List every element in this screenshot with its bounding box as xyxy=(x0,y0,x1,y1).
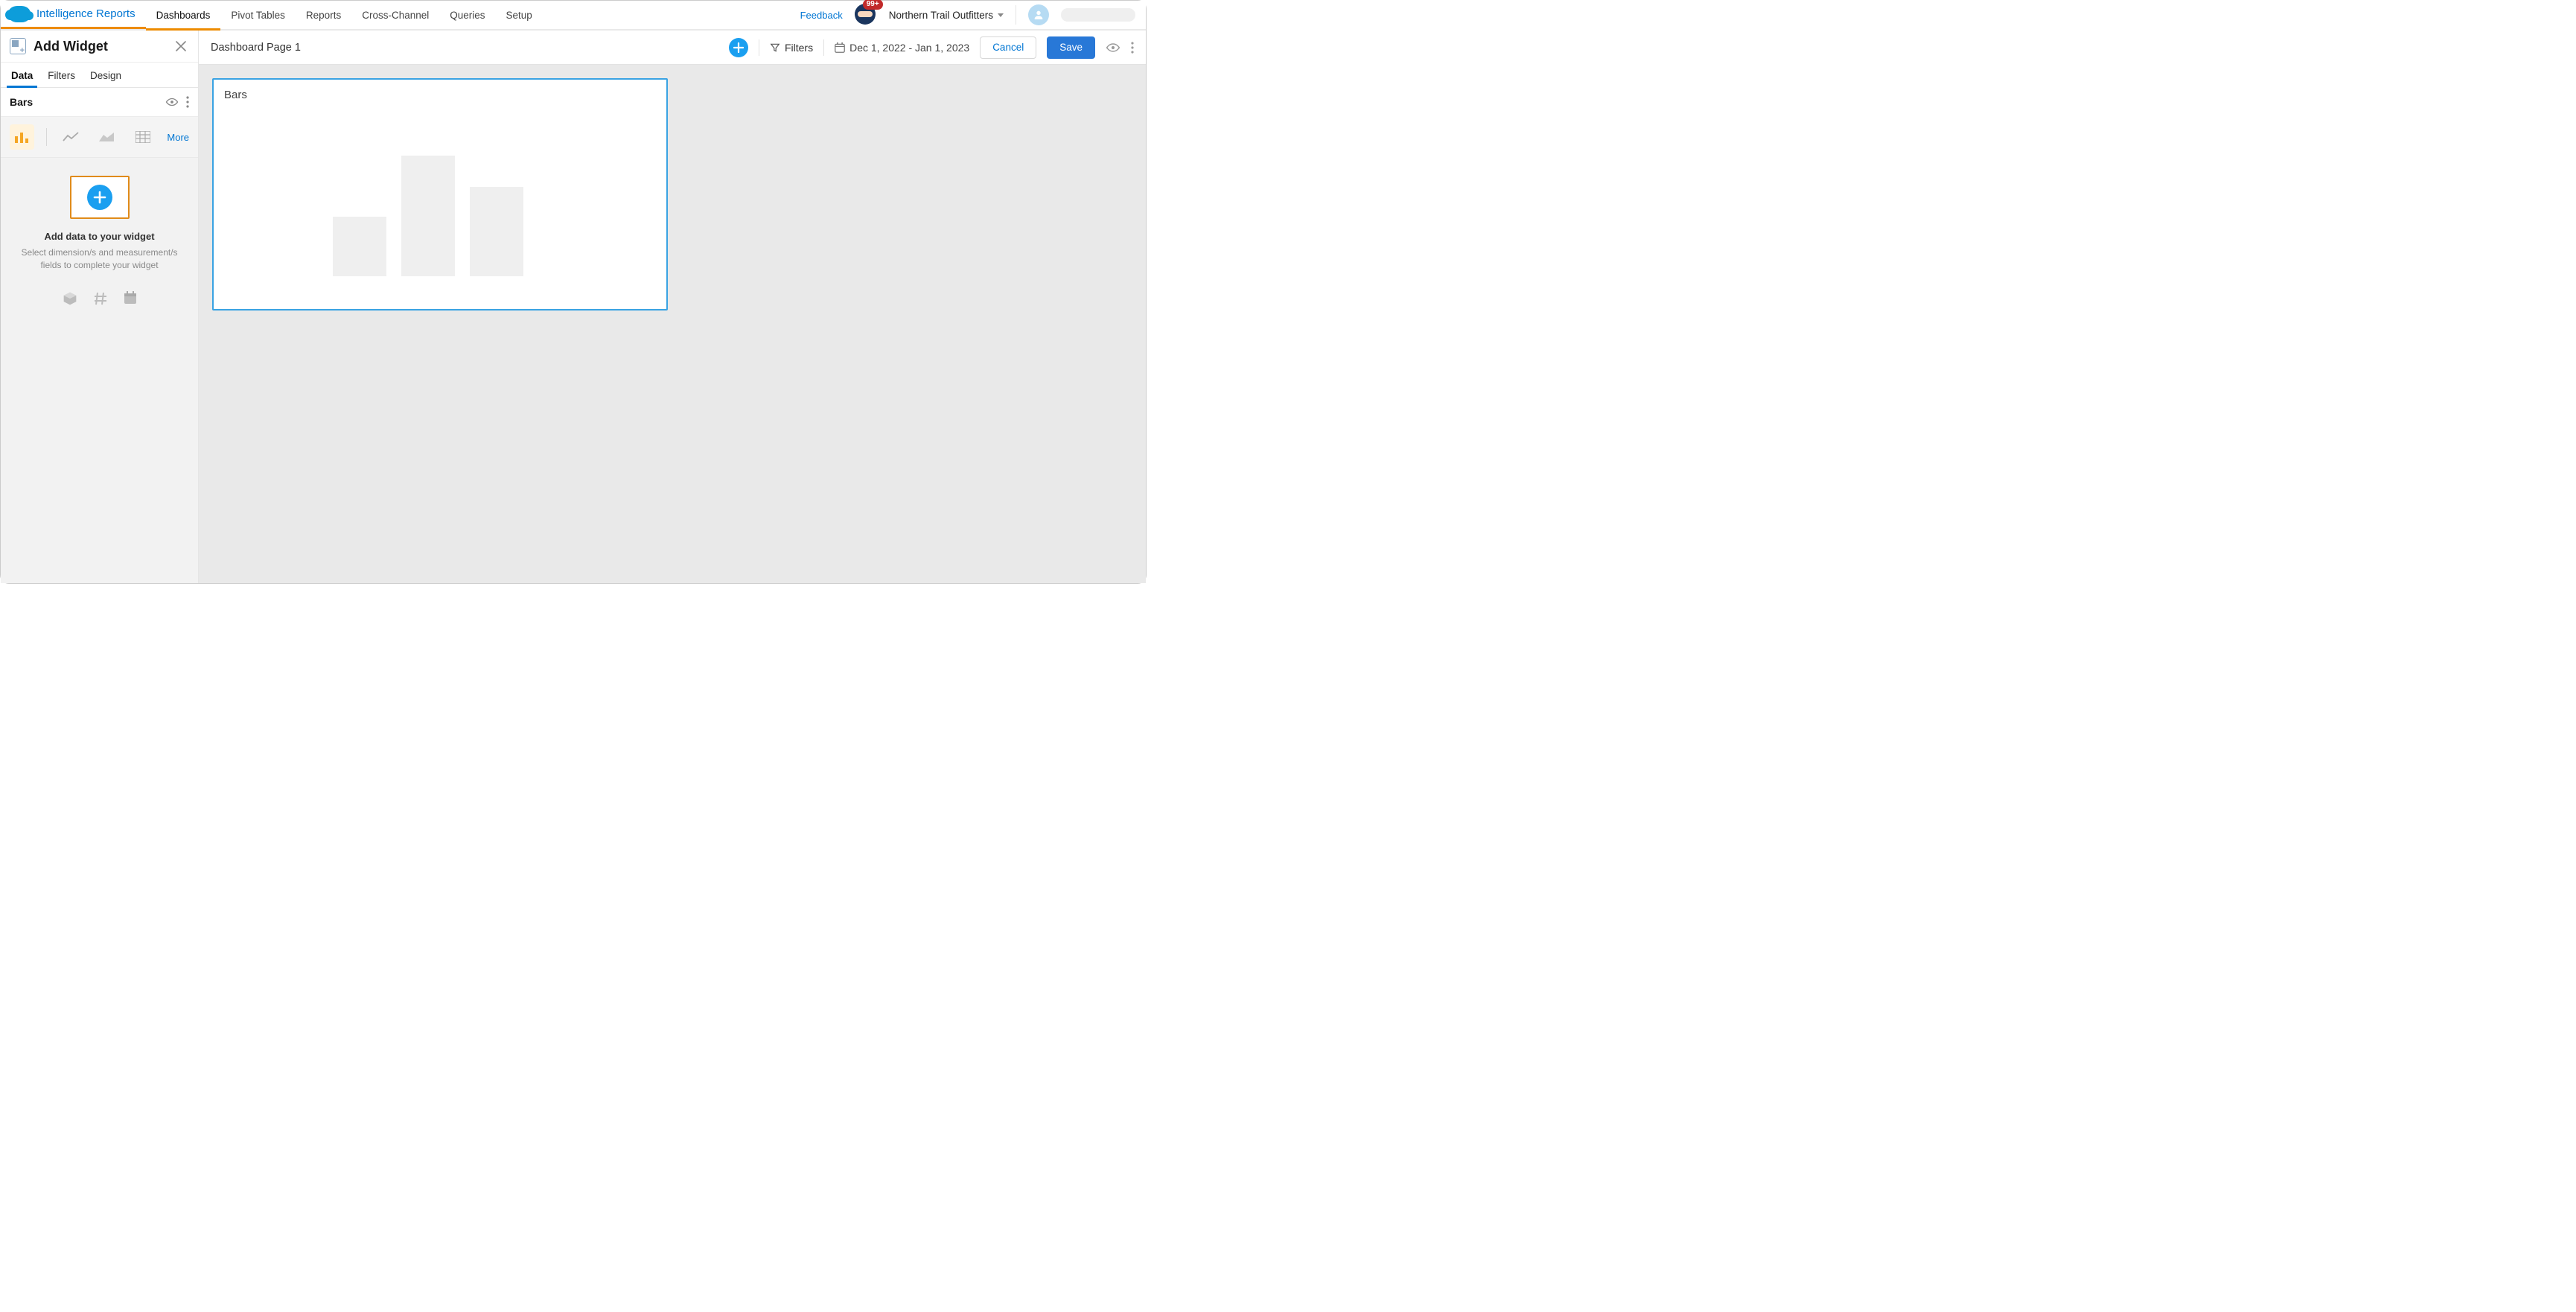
canvas-toolbar: Dashboard Page 1 Filters Dec 1, 2022 - J… xyxy=(199,31,1146,65)
add-widget-sidebar: Add Widget Data Filters Design Bars xyxy=(1,31,199,583)
line-chart-icon xyxy=(63,131,79,143)
canvas-column: Dashboard Page 1 Filters Dec 1, 2022 - J… xyxy=(199,31,1146,583)
user-name-placeholder xyxy=(1061,8,1135,22)
main-area: Add Widget Data Filters Design Bars xyxy=(1,31,1146,583)
separator xyxy=(823,39,824,56)
close-icon xyxy=(176,41,186,51)
top-nav: Intelligence Reports Dashboards Pivot Ta… xyxy=(1,1,1146,31)
chart-types-more[interactable]: More xyxy=(167,132,189,143)
sidebar-title: Add Widget xyxy=(34,39,165,54)
placeholder-bar xyxy=(470,187,523,276)
workspace-name: Northern Trail Outfitters xyxy=(889,10,993,21)
add-data-title: Add data to your widget xyxy=(44,231,154,242)
chart-type-bar[interactable] xyxy=(10,124,34,150)
filter-icon xyxy=(770,42,780,53)
widget-name: Bars xyxy=(10,96,33,108)
chart-type-picker: More xyxy=(1,117,198,158)
toggle-visibility-button[interactable] xyxy=(165,95,179,109)
kebab-icon xyxy=(186,96,189,108)
dimension-icon xyxy=(63,291,77,306)
feedback-link[interactable]: Feedback xyxy=(800,10,843,21)
tab-pivot-tables[interactable]: Pivot Tables xyxy=(220,1,296,29)
plus-icon xyxy=(93,191,106,204)
tab-queries[interactable]: Queries xyxy=(439,1,495,29)
sidebar-tabs: Data Filters Design xyxy=(1,63,198,88)
dashboard-canvas[interactable]: Bars xyxy=(199,65,1146,583)
table-icon xyxy=(136,131,150,143)
add-data-button[interactable] xyxy=(87,185,112,210)
entity-type-icons xyxy=(63,291,137,306)
eye-icon xyxy=(1106,40,1120,55)
dashboard-page-title: Dashboard Page 1 xyxy=(211,42,301,54)
widget-placeholder-bars xyxy=(333,156,523,276)
sidebar-tab-design[interactable]: Design xyxy=(83,63,129,87)
close-sidebar-button[interactable] xyxy=(173,38,189,54)
tab-setup[interactable]: Setup xyxy=(496,1,543,29)
calendar-icon xyxy=(124,291,137,305)
add-data-subtitle: Select dimension/s and measurement/s fie… xyxy=(18,246,182,272)
sidebar-header: Add Widget xyxy=(1,31,198,63)
separator xyxy=(46,128,47,146)
user-avatar[interactable] xyxy=(1028,4,1049,25)
cancel-button[interactable]: Cancel xyxy=(980,36,1036,59)
add-data-box xyxy=(70,176,130,219)
chart-type-line[interactable] xyxy=(59,124,83,150)
top-nav-right: Feedback 99+ Northern Trail Outfitters xyxy=(800,1,1146,29)
brand: Intelligence Reports xyxy=(1,1,146,29)
app-name: Intelligence Reports xyxy=(36,7,136,20)
area-chart-icon xyxy=(98,131,115,143)
date-range-label: Dec 1, 2022 - Jan 1, 2023 xyxy=(849,42,969,54)
tab-reports[interactable]: Reports xyxy=(296,1,351,29)
widget-name-actions xyxy=(165,95,189,109)
eye-icon xyxy=(165,95,179,109)
widget-title: Bars xyxy=(224,89,656,101)
workspace-picker[interactable]: Northern Trail Outfitters xyxy=(889,10,1004,21)
widget-bars[interactable]: Bars xyxy=(212,78,668,311)
page-more-actions[interactable] xyxy=(1131,42,1134,54)
bar-chart-icon xyxy=(14,130,29,144)
filters-button[interactable]: Filters xyxy=(770,42,813,54)
chart-type-area[interactable] xyxy=(95,124,119,150)
notifications[interactable]: 99+ xyxy=(855,4,877,26)
tab-dashboards[interactable]: Dashboards xyxy=(146,1,221,29)
cube-icon xyxy=(63,291,77,306)
add-widget-icon xyxy=(10,38,26,54)
sidebar-tab-data[interactable]: Data xyxy=(4,63,40,87)
hash-icon xyxy=(94,291,107,306)
filters-label: Filters xyxy=(785,42,813,54)
placeholder-bar xyxy=(333,217,386,276)
preview-button[interactable] xyxy=(1106,40,1120,55)
add-widget-button[interactable] xyxy=(729,38,748,57)
add-data-panel: Add data to your widget Select dimension… xyxy=(1,158,198,583)
measurement-icon xyxy=(94,291,107,306)
tab-cross-channel[interactable]: Cross-Channel xyxy=(351,1,439,29)
widget-more-actions[interactable] xyxy=(186,96,189,108)
plus-icon xyxy=(733,42,744,53)
sidebar-tab-filters[interactable]: Filters xyxy=(40,63,83,87)
notification-count-badge: 99+ xyxy=(863,0,883,10)
placeholder-bar xyxy=(401,156,455,276)
calendar-icon xyxy=(835,42,845,53)
widget-name-row: Bars xyxy=(1,88,198,117)
kebab-icon xyxy=(1131,42,1134,54)
person-icon xyxy=(1033,9,1045,21)
save-button[interactable]: Save xyxy=(1047,36,1095,59)
salesforce-cloud-icon xyxy=(8,6,31,22)
chart-type-table[interactable] xyxy=(131,124,156,150)
date-range-picker[interactable]: Dec 1, 2022 - Jan 1, 2023 xyxy=(835,42,969,54)
date-icon xyxy=(124,291,137,306)
main-nav-tabs: Dashboards Pivot Tables Reports Cross-Ch… xyxy=(146,1,543,29)
chevron-down-icon xyxy=(998,13,1004,17)
